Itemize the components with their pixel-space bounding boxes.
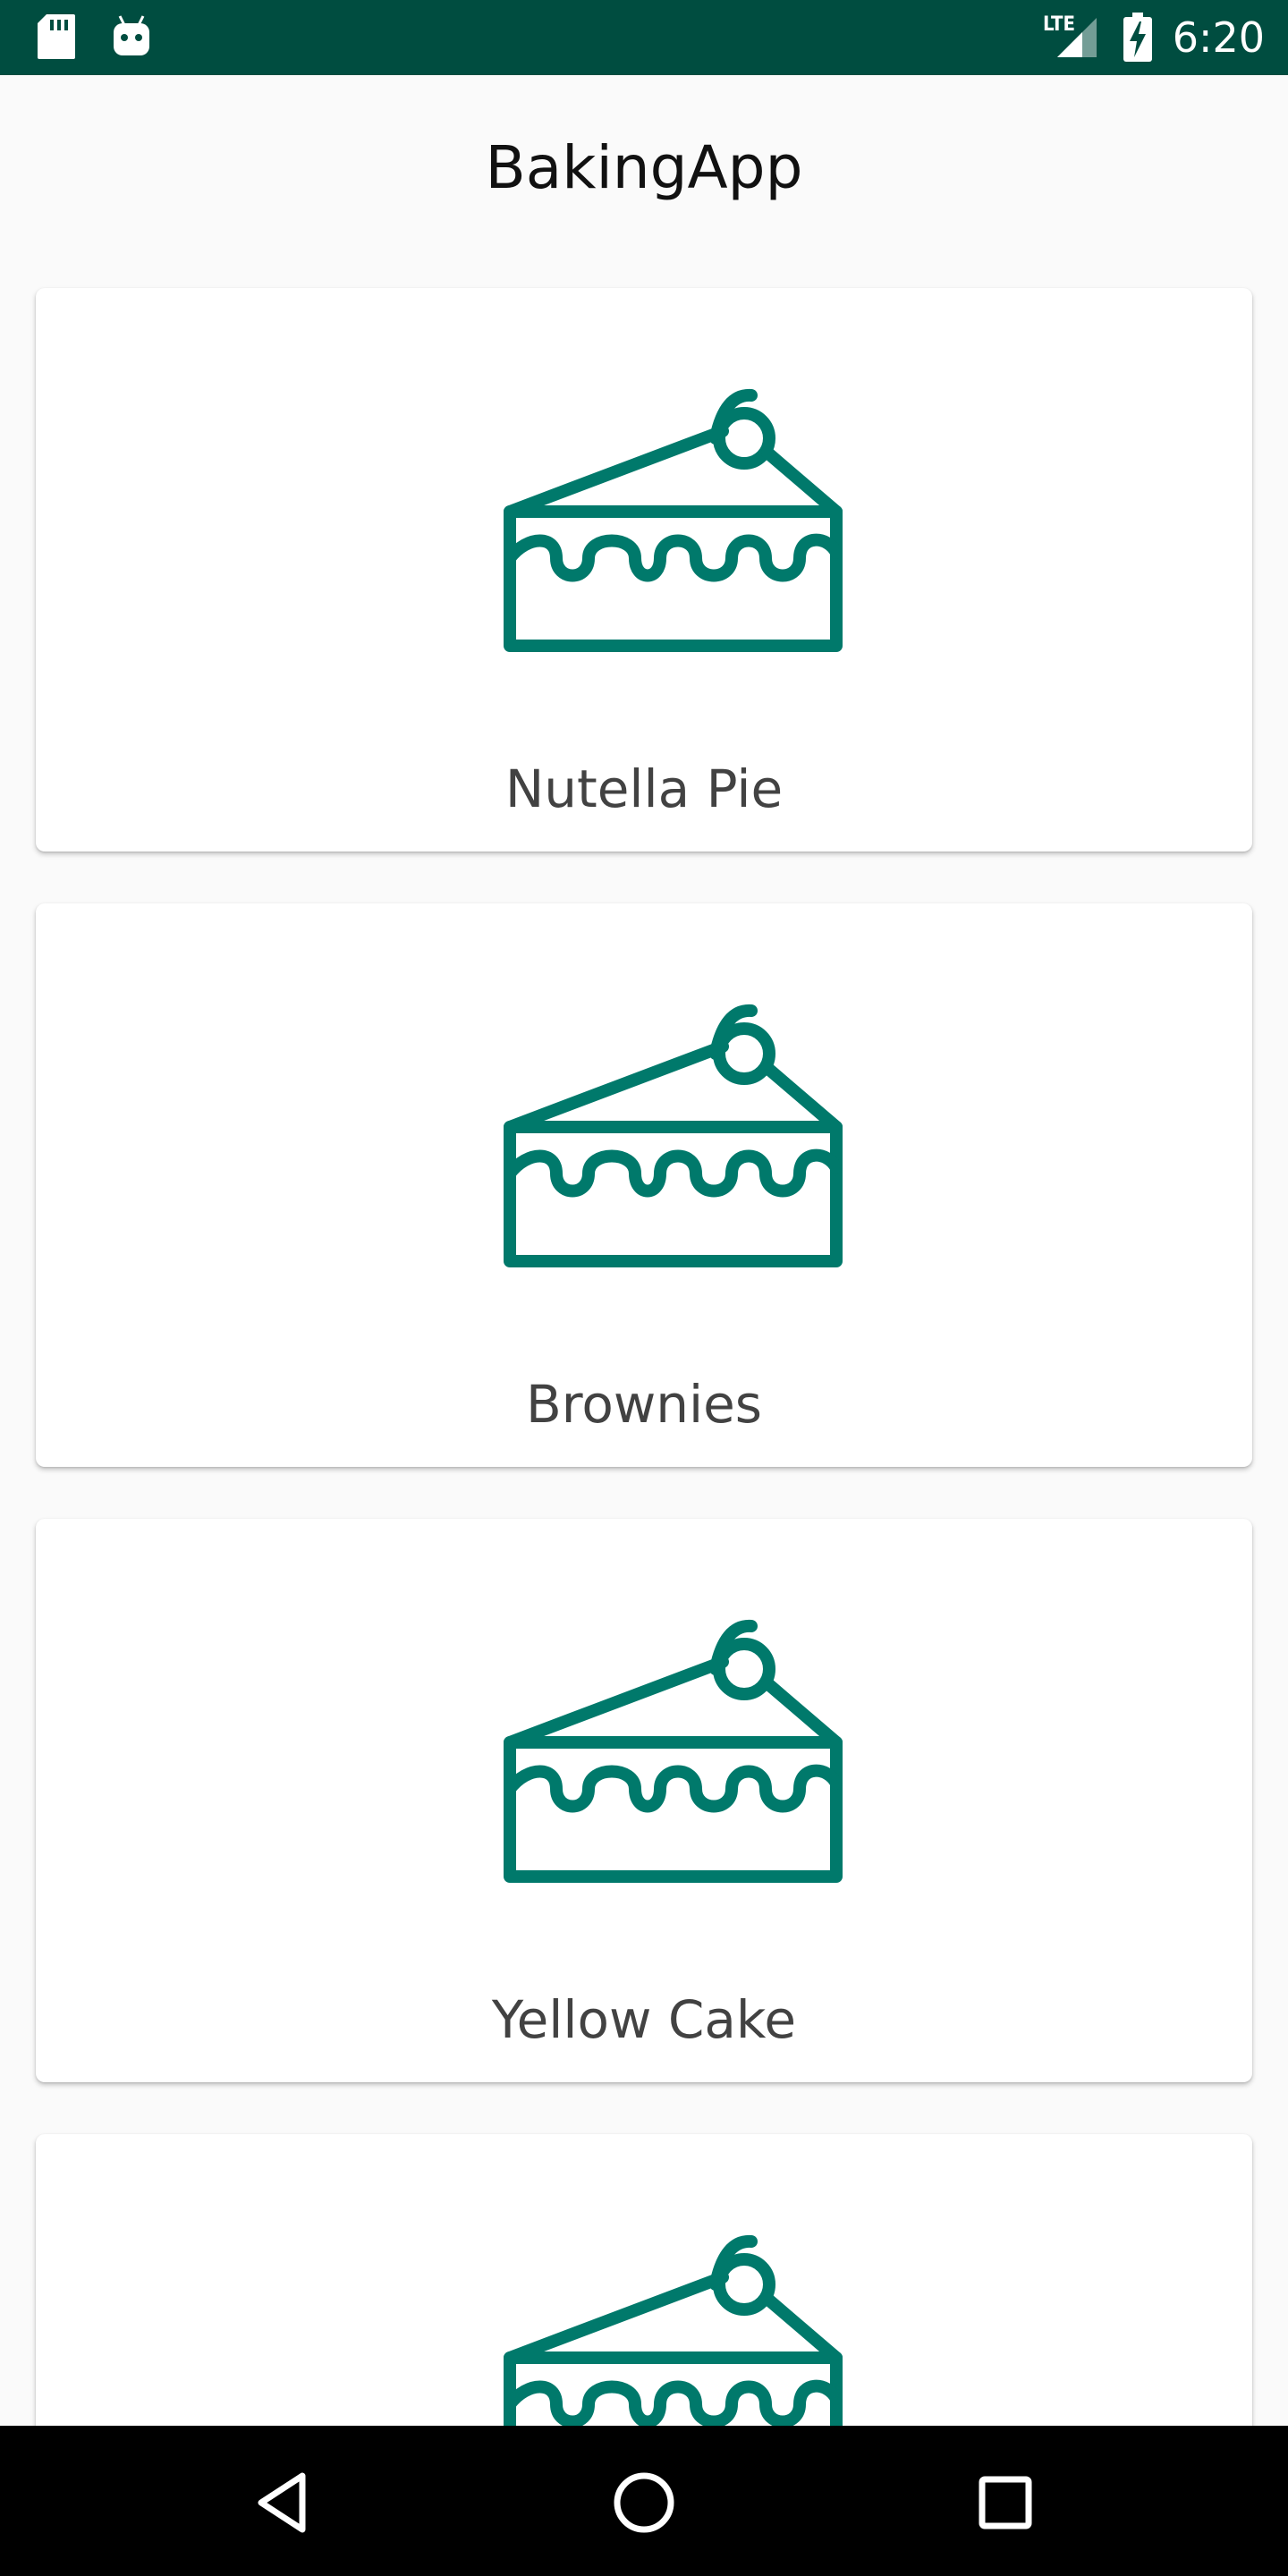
cake-slice-icon: [504, 388, 843, 652]
page-title: BakingApp: [485, 133, 803, 202]
cake-slice-icon: [504, 2234, 843, 2426]
recipe-name: Brownies: [525, 1374, 763, 1435]
app-bar: BakingApp: [0, 75, 1288, 254]
sd-card-icon: [38, 14, 75, 59]
cake-slice-icon: [504, 1619, 843, 1883]
cake-slice-icon: [504, 1004, 843, 1267]
recipe-name: Yellow Cake: [491, 1989, 797, 2050]
android-icon: [114, 15, 149, 55]
status-time: 6:20: [1172, 13, 1265, 62]
navigation-bar: [0, 2426, 1288, 2576]
status-bar: LTE 6:20: [0, 0, 1288, 75]
back-icon[interactable]: [247, 2465, 322, 2540]
recipe-name: Nutella Pie: [504, 758, 784, 819]
recipe-card-4[interactable]: [36, 2134, 1252, 2426]
recipe-card-yellow-cake[interactable]: Yellow Cake: [36, 1519, 1252, 2082]
battery-charging-icon: [1123, 13, 1152, 62]
recipe-card-brownies[interactable]: Brownies: [36, 903, 1252, 1467]
recipe-list[interactable]: Nutella Pie Brownies Yellow Cake: [0, 254, 1288, 2426]
recents-icon[interactable]: [968, 2465, 1043, 2540]
home-icon[interactable]: [606, 2465, 682, 2540]
recipe-card-nutella-pie[interactable]: Nutella Pie: [36, 288, 1252, 852]
lte-signal-icon: [1057, 18, 1097, 57]
